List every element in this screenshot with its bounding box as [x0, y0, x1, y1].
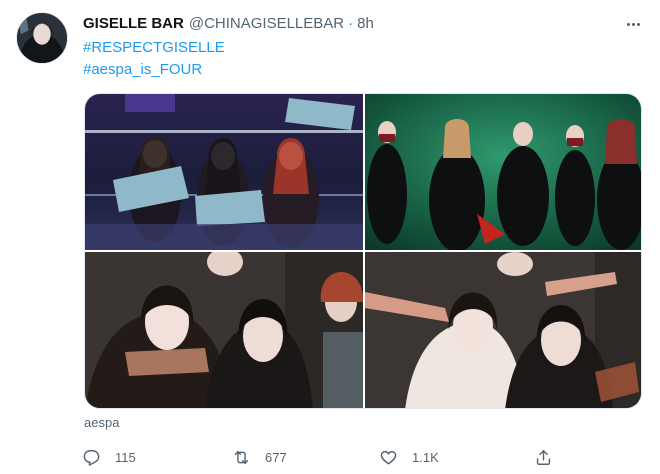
- separator-dot: ·: [348, 15, 354, 32]
- avatar[interactable]: [16, 12, 68, 64]
- photo-group-closeup: [85, 252, 363, 408]
- photo-salute-pose: [365, 252, 641, 408]
- retweet-button[interactable]: 677: [232, 444, 287, 470]
- media-grid: [84, 93, 642, 409]
- display-name[interactable]: GISELLE BAR: [83, 14, 184, 34]
- more-options-icon: [626, 22, 630, 26]
- tweet-actions-bar: 115 677 1.1K: [82, 444, 562, 470]
- like-count: 1.1K: [412, 449, 439, 465]
- media-caption: aespa: [84, 415, 120, 430]
- retweet-icon: [234, 450, 249, 464]
- photo-stage-banners: [85, 94, 363, 250]
- timestamp[interactable]: 8h: [357, 14, 374, 34]
- heart-icon: [380, 450, 397, 465]
- share-icon: [536, 449, 551, 465]
- photo-3[interactable]: [85, 252, 363, 408]
- hashtag-link[interactable]: #RESPECTGISELLE: [83, 38, 225, 58]
- tweet-card[interactable]: GISELLE BAR @CHINAGISELLEBAR · 8h #RESPE…: [0, 0, 660, 474]
- like-button[interactable]: 1.1K: [379, 444, 439, 470]
- photo-green-stage: [365, 94, 641, 250]
- reply-button[interactable]: 115: [82, 444, 136, 470]
- reply-count: 115: [115, 449, 136, 465]
- photo-2[interactable]: [365, 94, 641, 250]
- hashtag-link[interactable]: #aespa_is_FOUR: [83, 60, 202, 80]
- photo-4[interactable]: [365, 252, 641, 408]
- photo-1[interactable]: [85, 94, 363, 250]
- reply-icon: [83, 449, 100, 466]
- retweet-count: 677: [265, 449, 287, 465]
- user-handle[interactable]: @CHINAGISELLEBAR: [189, 14, 344, 34]
- tweet-header: GISELLE BAR @CHINAGISELLEBAR · 8h: [83, 14, 374, 34]
- avatar-image: [17, 13, 67, 63]
- share-button[interactable]: [534, 444, 567, 470]
- more-options-button[interactable]: [622, 14, 644, 34]
